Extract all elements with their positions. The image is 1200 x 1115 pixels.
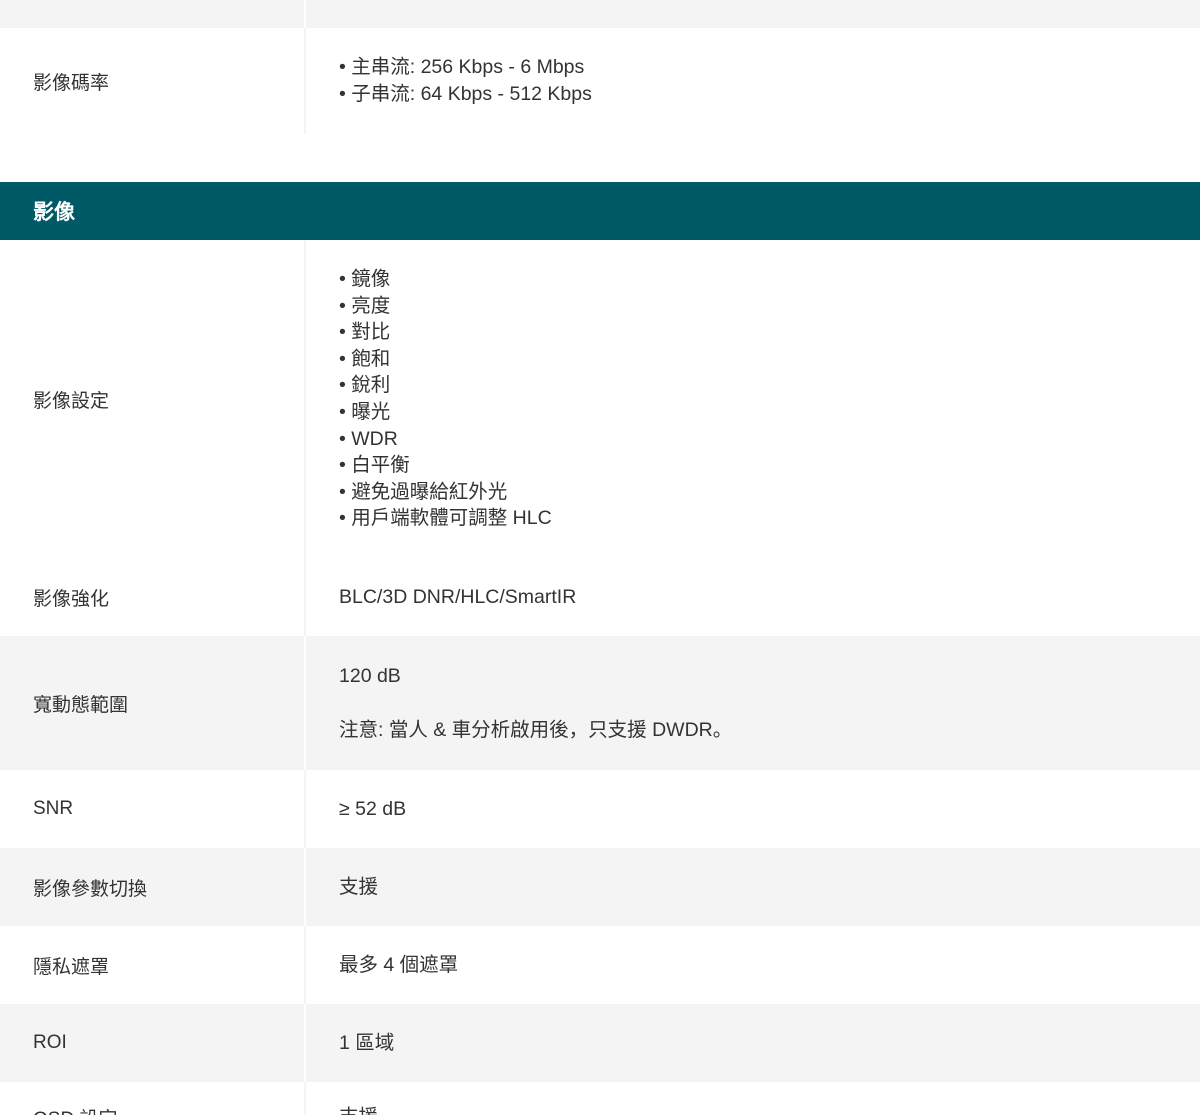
list-item: WDR: [339, 426, 1200, 453]
list-item: 亮度: [339, 293, 1200, 320]
spec-row-wdr: 寬動態範圍 120 dB 注意: 當人 & 車分析啟用後，只支援 DWDR。: [0, 636, 1200, 770]
spec-row-image-settings: 影像設定 鏡像 亮度 對比 飽和 銳利 曝光 WDR 白平衡 避免過曝給紅外光 …: [0, 240, 1200, 558]
spec-row-roi: ROI 1 區域: [0, 1004, 1200, 1082]
spec-value-image-settings: 鏡像 亮度 對比 飽和 銳利 曝光 WDR 白平衡 避免過曝給紅外光 用戶端軟體…: [306, 240, 1200, 558]
spec-value-privacy-mask: 最多 4 個遮罩: [306, 926, 1200, 1004]
spec-label-bitrate: 影像碼率: [0, 28, 306, 134]
list-item: 銳利: [339, 372, 1200, 399]
wdr-value: 120 dB: [339, 665, 401, 687]
spec-row-privacy-mask: 隱私遮罩 最多 4 個遮罩: [0, 926, 1200, 1004]
spec-value-wdr: 120 dB 注意: 當人 & 車分析啟用後，只支援 DWDR。: [306, 636, 1200, 770]
spec-value-roi: 1 區域: [306, 1004, 1200, 1082]
list-item: 對比: [339, 319, 1200, 346]
list-item: 子串流: 64 Kbps - 512 Kbps: [339, 81, 1200, 108]
spec-page: 影像碼率 主串流: 256 Kbps - 6 Mbps 子串流: 64 Kbps…: [0, 0, 1200, 1115]
section-header-image: 影像: [0, 182, 1200, 240]
list-item: 主串流: 256 Kbps - 6 Mbps: [339, 54, 1200, 81]
spec-row-cut-top: [0, 0, 1200, 28]
spec-value-enhancement: BLC/3D DNR/HLC/SmartIR: [306, 558, 1200, 636]
spec-label-snr: SNR: [0, 770, 306, 848]
spec-label-osd: OSD 設定: [0, 1082, 306, 1115]
spec-row-snr: SNR ≥ 52 dB: [0, 770, 1200, 848]
image-settings-list: 鏡像 亮度 對比 飽和 銳利 曝光 WDR 白平衡 避免過曝給紅外光 用戶端軟體…: [339, 266, 1200, 532]
spec-label-image-settings: 影像設定: [0, 240, 306, 558]
spec-label-privacy-mask: 隱私遮罩: [0, 926, 306, 1004]
spec-row-enhancement: 影像強化 BLC/3D DNR/HLC/SmartIR: [0, 558, 1200, 636]
spec-label: [0, 0, 306, 28]
spec-value-osd: 支援: [306, 1082, 1200, 1115]
list-item: 曝光: [339, 399, 1200, 426]
spec-row-bitrate: 影像碼率 主串流: 256 Kbps - 6 Mbps 子串流: 64 Kbps…: [0, 28, 1200, 134]
spec-value-bitrate: 主串流: 256 Kbps - 6 Mbps 子串流: 64 Kbps - 51…: [306, 28, 1200, 134]
spec-value-snr: ≥ 52 dB: [306, 770, 1200, 848]
spec-label-wdr: 寬動態範圍: [0, 636, 306, 770]
section-gap: [0, 134, 1200, 182]
wdr-note: 注意: 當人 & 車分析啟用後，只支援 DWDR。: [339, 719, 733, 741]
list-item: 避免過曝給紅外光: [339, 479, 1200, 506]
spec-row-param-switch: 影像參數切換 支援: [0, 848, 1200, 926]
spec-label-param-switch: 影像參數切換: [0, 848, 306, 926]
spec-value: [306, 0, 1200, 28]
spec-value-param-switch: 支援: [306, 848, 1200, 926]
bitrate-list: 主串流: 256 Kbps - 6 Mbps 子串流: 64 Kbps - 51…: [339, 54, 1200, 107]
spec-label-roi: ROI: [0, 1004, 306, 1082]
list-item: 鏡像: [339, 266, 1200, 293]
list-item: 白平衡: [339, 452, 1200, 479]
list-item: 用戶端軟體可調整 HLC: [339, 505, 1200, 532]
spec-label-enhancement: 影像強化: [0, 558, 306, 636]
spec-row-osd: OSD 設定 支援: [0, 1082, 1200, 1115]
list-item: 飽和: [339, 346, 1200, 373]
